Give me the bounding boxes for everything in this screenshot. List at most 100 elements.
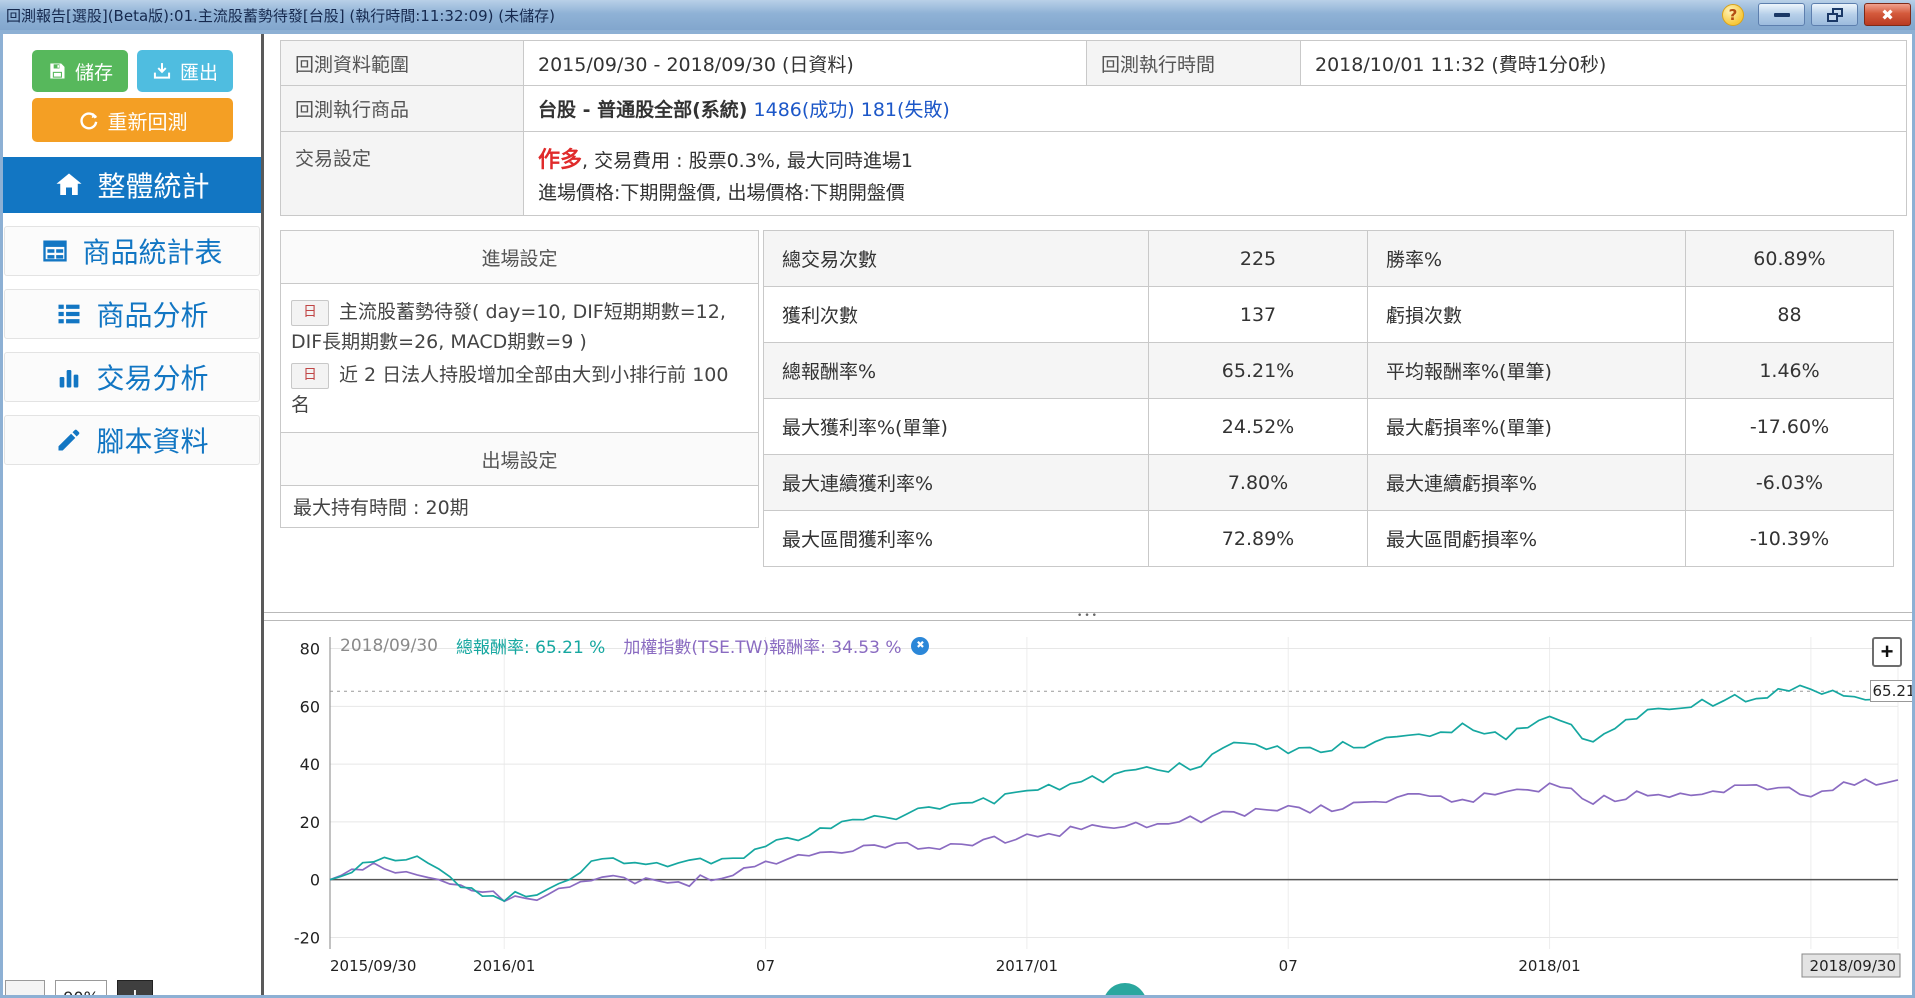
stat-value: 24.52%	[1149, 399, 1368, 455]
sidebar: 儲存 匯出 重新回測 整體統計 商品統計表	[3, 34, 261, 995]
app-window: 回測報告[選股](Beta版):01.主流股蓄勢待發[台股] (執行時間:11:…	[0, 0, 1915, 998]
main-content: 回測資料範圍 2015/09/30 - 2018/09/30 (日資料) 回測執…	[264, 34, 1912, 995]
entry-settings-header: 進場設定	[281, 231, 758, 283]
close-button[interactable]: ✖	[1864, 3, 1911, 26]
daily-badge: 日	[291, 363, 329, 389]
zoom-controls: 90% +	[5, 980, 153, 995]
svg-text:20: 20	[300, 813, 320, 832]
svg-text:2016/01: 2016/01	[473, 957, 535, 975]
purple-series-line	[330, 779, 1898, 901]
entry-settings-body: 日主流股蓄勢待發( day=10, DIF短期期數=12, DIF長期期數=26…	[281, 283, 758, 433]
product-result-link[interactable]: 1486(成功) 181(失敗)	[754, 99, 950, 121]
chart-zoom-in-button[interactable]: +	[1872, 637, 1902, 667]
chart-end-value: 65.21	[1870, 680, 1912, 702]
export-label: 匯出	[180, 58, 218, 85]
trade-direction: 作多	[538, 148, 582, 173]
sidebar-nav: 整體統計 商品統計表 商品分析 交易分析 腳本資料	[3, 157, 261, 465]
performance-stats-table: 總交易次數 225 勝率% 60.89% 獲利次數 137 虧損次數 88 總報…	[763, 230, 1894, 567]
export-button[interactable]: 匯出	[137, 50, 233, 92]
help-icon[interactable]: ?	[1722, 4, 1744, 26]
sidebar-item-overall-stats[interactable]: 整體統計	[3, 157, 261, 213]
scroll-prev-button[interactable]: ◀	[1103, 983, 1147, 995]
legend-close-icon[interactable]: ✖	[911, 637, 929, 655]
floppy-icon	[47, 61, 67, 81]
table-row: 最大連續獲利率% 7.80% 最大連續虧損率% -6.03%	[764, 455, 1894, 511]
equity-curve-svg[interactable]: 806040200-202015/09/302016/01072017/0107…	[280, 629, 1906, 981]
stat-label: 總報酬率%	[764, 343, 1149, 399]
svg-text:2017/01: 2017/01	[996, 957, 1058, 975]
zoom-in-button[interactable]: +	[117, 980, 153, 995]
sidebar-item-product-analysis[interactable]: 商品分析	[4, 289, 260, 339]
save-button[interactable]: 儲存	[32, 50, 128, 92]
stat-value: 1.46%	[1686, 343, 1894, 399]
stat-value: 137	[1149, 287, 1368, 343]
stat-value: 65.21%	[1149, 343, 1368, 399]
stat-label: 總交易次數	[764, 231, 1149, 287]
info-value-trade-settings: 作多, 交易費用 : 股票0.3%, 最大同時進場1 進場價格:下期開盤價, 出…	[524, 132, 1907, 216]
info-value-exec-time: 2018/10/01 11:32 (費時1分0秒)	[1301, 41, 1907, 86]
horizontal-splitter[interactable]: •••	[264, 612, 1912, 621]
stat-label: 虧損次數	[1368, 287, 1686, 343]
refresh-icon	[78, 109, 100, 131]
stat-label: 獲利次數	[764, 287, 1149, 343]
nav-label: 整體統計	[97, 165, 209, 205]
svg-text:60: 60	[300, 697, 320, 716]
nav-label: 商品統計表	[82, 231, 222, 271]
backtest-info-table: 回測資料範圍 2015/09/30 - 2018/09/30 (日資料) 回測執…	[280, 40, 1907, 216]
performance-chart[interactable]: 806040200-202015/09/302016/01072017/0107…	[280, 629, 1906, 981]
rerun-label: 重新回測	[108, 106, 188, 135]
entry-rule-text: 近 2 日法人持股增加全部由大到小排行前 100 名	[291, 364, 728, 416]
stat-label: 最大區間虧損率%	[1368, 511, 1686, 567]
restore-icon	[1827, 8, 1843, 22]
legend-total-return: 總報酬率: 65.21 %	[456, 633, 605, 658]
info-value-range: 2015/09/30 - 2018/09/30 (日資料)	[524, 41, 1087, 86]
table-row: 總交易次數 225 勝率% 60.89%	[764, 231, 1894, 287]
minimize-button[interactable]	[1758, 3, 1805, 26]
nav-label: 交易分析	[96, 357, 208, 397]
stat-value: 88	[1686, 287, 1894, 343]
stat-value: -6.03%	[1686, 455, 1894, 511]
minimize-icon	[1774, 13, 1790, 17]
stat-value: 225	[1149, 231, 1368, 287]
svg-text:80: 80	[300, 640, 320, 659]
sidebar-item-trade-analysis[interactable]: 交易分析	[4, 352, 260, 402]
info-value-product: 台股 - 普通股全部(系統) 1486(成功) 181(失敗)	[524, 86, 1907, 132]
restore-button[interactable]	[1811, 3, 1858, 26]
trade-settings-line1: 作多, 交易費用 : 股票0.3%, 最大同時進場1	[538, 142, 1892, 174]
nav-label: 商品分析	[96, 294, 208, 334]
svg-text:2015/09/30: 2015/09/30	[330, 957, 416, 975]
svg-text:07: 07	[756, 957, 775, 975]
table-row: 總報酬率% 65.21% 平均報酬率%(單筆) 1.46%	[764, 343, 1894, 399]
stat-label: 最大連續獲利率%	[764, 455, 1149, 511]
stat-label: 最大虧損率%(單筆)	[1368, 399, 1686, 455]
table-row: 最大區間獲利率% 72.89% 最大區間虧損率% -10.39%	[764, 511, 1894, 567]
title-bar: 回測報告[選股](Beta版):01.主流股蓄勢待發[台股] (執行時間:11:…	[0, 0, 1915, 30]
pencil-icon	[55, 426, 83, 454]
rerun-backtest-button[interactable]: 重新回測	[32, 98, 233, 142]
zoom-out-button[interactable]	[5, 980, 45, 995]
zoom-level: 90%	[55, 980, 107, 995]
info-label-product: 回測執行商品	[281, 86, 524, 132]
trade-fees: , 交易費用 : 股票0.3%, 最大同時進場1	[582, 150, 913, 172]
splitter-handle[interactable]: •••	[1077, 614, 1099, 619]
export-icon	[152, 61, 172, 81]
exit-rule: 最大持有時間 : 20期	[281, 485, 758, 527]
stat-value: -10.39%	[1686, 511, 1894, 567]
stat-label: 最大連續虧損率%	[1368, 455, 1686, 511]
daily-badge: 日	[291, 300, 329, 326]
stat-label: 最大獲利率%(單筆)	[764, 399, 1149, 455]
svg-text:07: 07	[1279, 957, 1298, 975]
list-icon	[55, 300, 83, 328]
sidebar-item-script-data[interactable]: 腳本資料	[4, 415, 260, 465]
stat-label: 勝率%	[1368, 231, 1686, 287]
sidebar-item-product-stats-table[interactable]: 商品統計表	[4, 226, 260, 276]
stat-label: 平均報酬率%(單筆)	[1368, 343, 1686, 399]
table-icon	[41, 237, 69, 265]
nav-label: 腳本資料	[96, 420, 208, 460]
entry-rule-text: 主流股蓄勢待發( day=10, DIF短期期數=12, DIF長期期數=26,…	[291, 301, 726, 353]
stat-value: 60.89%	[1686, 231, 1894, 287]
entry-rule: 日主流股蓄勢待發( day=10, DIF短期期數=12, DIF長期期數=26…	[291, 298, 748, 357]
svg-text:40: 40	[300, 755, 320, 774]
stat-value: -17.60%	[1686, 399, 1894, 455]
exit-settings-header: 出場設定	[281, 433, 758, 485]
